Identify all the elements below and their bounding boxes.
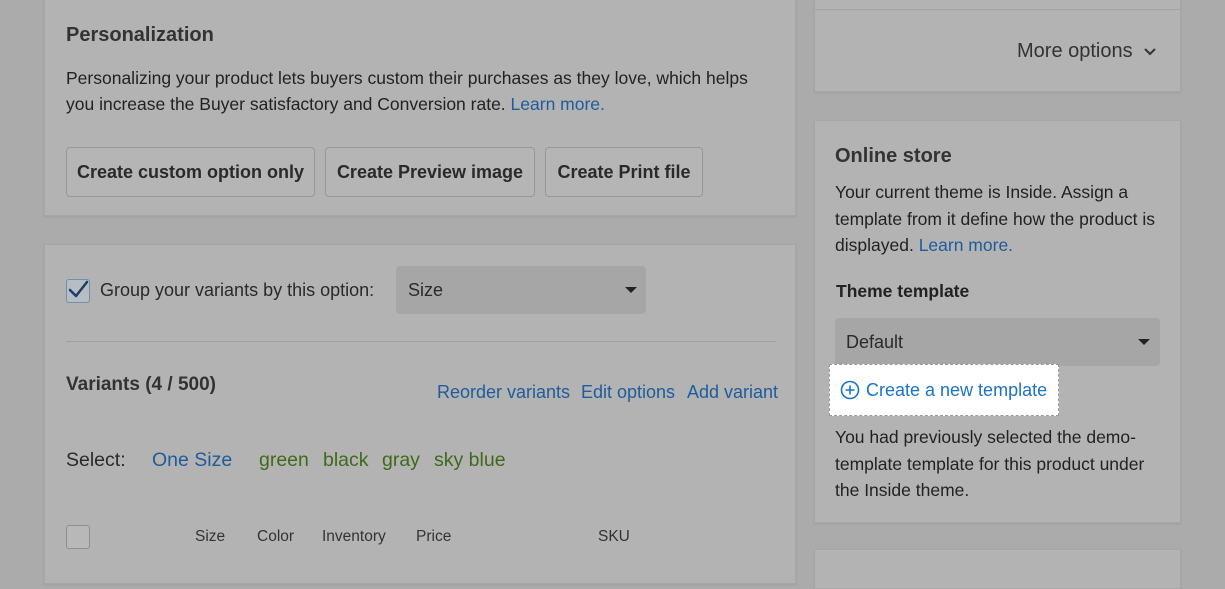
more-options-card: More options [814, 0, 1181, 92]
personalization-desc-line2: you increase the Buyer satisfactory and … [66, 91, 786, 117]
create-print-file-button[interactable]: Create Print file [545, 147, 703, 197]
select-all-checkbox[interactable] [66, 525, 90, 549]
personalization-description: Personalizing your product lets buyers c… [66, 65, 786, 117]
personalization-card: Personalization Personalizing your produ… [44, 0, 796, 216]
column-header-inventory: Inventory [322, 528, 386, 545]
personalization-desc-line1: Personalizing your product lets buyers c… [66, 68, 748, 88]
group-variants-label: Group your variants by this option: [100, 280, 375, 300]
theme-template-select-value: Default [846, 331, 904, 352]
add-variant-link[interactable]: Add variant [687, 382, 778, 403]
checkmark-icon [68, 280, 89, 298]
online-store-desc-line2: template from it define how the product … [835, 208, 1156, 229]
online-store-note: You had previously selected the demo- te… [835, 424, 1170, 504]
plus-circle-icon [840, 380, 860, 400]
personalization-desc-line2-text: you increase the Buyer satisfactory and … [66, 94, 506, 114]
edit-options-link[interactable]: Edit options [581, 382, 675, 403]
select-option-black[interactable]: black [323, 449, 369, 472]
theme-template-label: Theme template [836, 281, 970, 301]
group-option-select[interactable]: Size [396, 266, 646, 314]
next-card [814, 549, 1181, 589]
online-store-desc-line3: displayed. Learn more. [835, 232, 1170, 259]
online-store-note-line2: template template for this product under [835, 453, 1145, 474]
personalization-learn-more-link[interactable]: Learn more. [511, 94, 605, 114]
create-new-template-highlight[interactable]: Create a new template [829, 364, 1059, 416]
select-option-green[interactable]: green [259, 449, 309, 472]
chevron-down-icon [1138, 339, 1150, 345]
select-option-one-size[interactable]: One Size [152, 449, 232, 472]
divider [66, 341, 776, 342]
column-header-size: Size [195, 528, 226, 545]
column-header-color: Color [257, 528, 295, 545]
online-store-learn-more-link[interactable]: Learn more. [919, 235, 1013, 255]
more-options-label: More options [1017, 40, 1133, 62]
create-new-template-link[interactable]: Create a new template [866, 380, 1047, 401]
more-options-top-divider [815, 9, 1180, 10]
group-variants-checkbox[interactable] [66, 279, 90, 303]
select-option-sky-blue[interactable]: sky blue [434, 449, 506, 472]
online-store-desc-line1: Your current theme is Inside. Assign a [835, 182, 1129, 202]
more-options-toggle[interactable]: More options [1017, 40, 1157, 63]
column-header-price: Price [416, 528, 452, 545]
theme-template-select[interactable]: Default [835, 318, 1160, 366]
variants-title: Variants (4 / 500) [66, 374, 216, 395]
online-store-note-line1: You had previously selected the demo- [835, 427, 1136, 447]
variants-card: Group your variants by this option: Size… [44, 244, 796, 584]
select-option-gray[interactable]: gray [382, 449, 420, 472]
create-custom-option-button[interactable]: Create custom option only [66, 147, 315, 197]
online-store-note-line3: the Inside theme. [835, 480, 970, 500]
personalization-title: Personalization [66, 24, 214, 46]
column-header-sku: SKU [598, 528, 630, 545]
chevron-down-icon [625, 287, 637, 293]
group-option-select-value: Size [408, 279, 444, 300]
online-store-title: Online store [835, 145, 952, 167]
chevron-down-icon [1143, 47, 1156, 55]
online-store-description: Your current theme is Inside. Assign a t… [835, 179, 1170, 259]
online-store-card: Online store Your current theme is Insid… [814, 120, 1181, 523]
reorder-variants-link[interactable]: Reorder variants [437, 382, 570, 403]
select-label: Select: [66, 449, 126, 471]
online-store-desc-line3-text: displayed. [835, 235, 914, 255]
create-preview-image-button[interactable]: Create Preview image [325, 147, 535, 197]
